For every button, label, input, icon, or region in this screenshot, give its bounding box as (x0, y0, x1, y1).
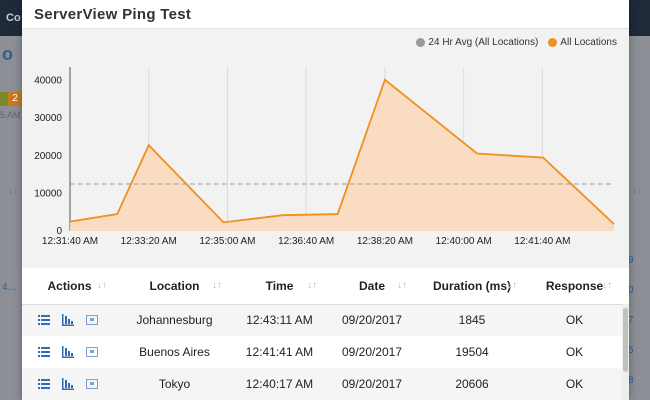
bar-chart-icon[interactable] (62, 346, 74, 358)
column-header-duration[interactable]: Duration (ms) ↓↑ (417, 268, 527, 305)
y-tick-label: 20000 (34, 151, 62, 162)
table-row: Johannesburg 12:43:11 AM 09/20/2017 1845… (22, 304, 622, 336)
x-tick-label: 12:36:40 AM (278, 236, 334, 247)
background-brand: Co (6, 12, 21, 24)
cell-location: Johannesburg (117, 304, 232, 336)
table-header-row: Actions ↓↑ Location ↓↑ Time ↓↑ Date ↓↑ Durat… (22, 268, 622, 305)
list-icon[interactable] (38, 314, 50, 326)
detail-icon[interactable] (86, 346, 98, 358)
background-number: 8 (628, 375, 634, 386)
sort-icon[interactable]: ↓↑ (397, 280, 407, 291)
x-tick-label: 12:41:40 AM (514, 236, 570, 247)
background-time-text: 5 AM (0, 110, 21, 120)
cell-response: OK (527, 304, 622, 336)
cell-duration: 20606 (417, 368, 527, 400)
sort-icon[interactable]: ↓↑ (307, 280, 317, 291)
background-badge-count: 2 (8, 92, 22, 106)
scrollbar-thumb[interactable] (623, 308, 628, 372)
row-actions (22, 304, 117, 336)
cell-duration: 1845 (417, 304, 527, 336)
y-tick-label: 10000 (34, 188, 62, 199)
detail-icon[interactable] (86, 378, 98, 390)
column-header-time[interactable]: Time ↓↑ (232, 268, 327, 305)
background-title: o (2, 44, 13, 64)
cell-date: 09/20/2017 (327, 368, 417, 400)
cell-location: Tokyo (117, 368, 232, 400)
x-tick-label: 12:35:00 AM (199, 236, 255, 247)
cell-time: 12:40:17 AM (232, 368, 327, 400)
column-header-actions[interactable]: Actions ↓↑ (22, 268, 117, 305)
list-icon[interactable] (38, 346, 50, 358)
y-tick-label: 30000 (34, 113, 62, 124)
background-badge-green (0, 92, 8, 106)
background-right-numbers: 9 0 7 5 8 (628, 246, 650, 396)
cell-response: OK (565, 345, 584, 359)
table-scrollbar[interactable] (622, 304, 629, 400)
background-number: 7 (628, 315, 634, 326)
results-table: Actions ↓↑ Location ↓↑ Time ↓↑ Date ↓↑ Durat… (22, 268, 622, 400)
cell-duration: 19504 (455, 345, 489, 359)
ping-chart: 24 Hr Avg (All Locations) All Locations … (22, 28, 629, 268)
cell-time: 12:43:11 AM (232, 304, 327, 336)
cell-date: 09/20/2017 (327, 304, 417, 336)
ping-test-modal: ServerView Ping Test 24 Hr Avg (All Loca… (22, 0, 629, 400)
column-header-response[interactable]: Response ↓↑ (527, 268, 622, 305)
x-tick-label: 12:38:20 AM (357, 236, 413, 247)
results-table-wrap: Actions ↓↑ Location ↓↑ Time ↓↑ Date ↓↑ Durat… (22, 268, 629, 400)
sort-icon[interactable]: ↓↑ (212, 280, 222, 291)
background-number: 0 (628, 285, 634, 296)
cell-response: OK (527, 368, 622, 400)
cell-time: 12:41:41 AM (245, 345, 314, 359)
chart-svg: 12:31:40 AM 12:33:20 AM 12:35:00 AM 12:36:4… (34, 67, 615, 247)
modal-title: ServerView Ping Test (34, 6, 192, 23)
sort-icon[interactable]: ↓↑ (507, 280, 517, 291)
y-tick-label: 40000 (34, 76, 62, 87)
row-actions (22, 336, 117, 368)
background-number: 9 (628, 255, 634, 266)
y-tick-label: 0 (56, 226, 62, 237)
x-tick-label: 12:31:40 AM (42, 236, 98, 247)
bar-chart-icon[interactable] (62, 314, 74, 327)
bar-chart-icon[interactable] (62, 378, 74, 390)
column-header-date[interactable]: Date ↓↑ (327, 268, 417, 305)
column-header-location[interactable]: Location ↓↑ (117, 268, 232, 305)
series-area-all-locations (70, 79, 614, 231)
sort-icon[interactable]: ↓↑ (97, 280, 107, 291)
list-icon[interactable] (38, 378, 50, 390)
modal-header: ServerView Ping Test (22, 0, 629, 28)
background-number: 5 (628, 345, 634, 356)
x-tick-label: 12:33:20 AM (121, 236, 177, 247)
sort-icon[interactable]: ↓↑ (602, 280, 612, 291)
detail-icon[interactable] (86, 314, 98, 326)
background-link: 4... (2, 282, 16, 293)
cell-location: Buenos Aires (139, 345, 210, 359)
table-row: Tokyo 12:40:17 AM 09/20/2017 20606 OK (22, 368, 622, 400)
table-row: Buenos Aires 12:41:41 AM 09/20/2017 1950… (22, 336, 622, 368)
cell-date: 09/20/2017 (341, 345, 403, 359)
x-tick-label: 12:40:00 AM (436, 236, 492, 247)
row-actions (22, 368, 117, 400)
background-sort-icon: ↓↑ (8, 186, 18, 197)
background-sort-icon-right: ↓↑ (632, 186, 642, 197)
